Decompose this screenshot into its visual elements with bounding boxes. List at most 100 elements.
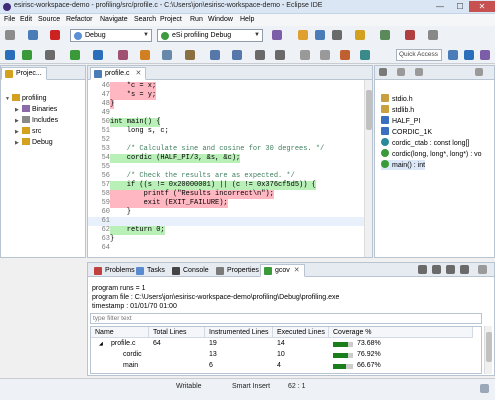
code-line[interactable]: 57 if ((s != 0x20000001) || (c != 0x376c… [88,181,372,190]
code-line[interactable]: 59 exit (EXIT_FAILURE); [88,199,372,208]
open-type-icon[interactable] [185,50,195,60]
new-file-icon[interactable] [298,30,308,40]
table-row[interactable]: main 6 4 66.67% [91,361,481,371]
hammer-build-icon[interactable] [5,30,15,40]
external-tools-icon[interactable] [45,50,55,60]
sort-icon[interactable] [397,68,405,76]
gcov-toolbar-icon[interactable] [418,265,427,274]
debug-perspective-icon[interactable] [464,50,474,60]
tab-profile-c[interactable]: profile.c ✕ [90,67,147,80]
code-line[interactable]: 55 [88,163,372,172]
tab-properties[interactable]: Properties [212,264,264,277]
outline-item[interactable]: stdio.h [381,94,413,104]
tool-icon[interactable] [380,30,390,40]
collapse-arrow-icon[interactable]: ▶ [15,127,22,137]
save-icon[interactable] [315,30,325,40]
expand-arrow-icon[interactable]: ◢ [99,339,103,349]
tree-item-binaries[interactable]: ▶ Binaries [15,105,57,115]
code-line[interactable]: 64 [88,244,372,253]
gcov-toolbar-icon[interactable] [460,265,469,274]
code-line[interactable]: 60 } [88,208,372,217]
resume-icon[interactable] [22,50,32,60]
maximize-button[interactable]: ☐ [450,1,470,12]
tab-console[interactable]: Console [168,264,214,277]
menu-help[interactable]: Help [240,15,254,25]
print-icon[interactable] [332,30,342,40]
c-perspective-icon[interactable] [448,50,458,60]
tree-item-profiling[interactable]: ▼ profiling [5,94,47,104]
expand-arrow-icon[interactable]: ▼ [5,94,12,104]
close-tab-icon[interactable]: ✕ [294,267,300,274]
column-header-executed-lines[interactable]: Executed Lines [273,327,329,338]
code-line[interactable]: 52 [88,136,372,145]
outline-item[interactable]: HALF_PI [381,116,420,126]
code-line[interactable]: 61 [88,217,372,226]
menu-window[interactable]: Window [208,15,233,25]
settings-icon[interactable] [272,30,282,40]
minimize-view-icon[interactable] [475,68,483,76]
outline-item[interactable]: stdlib.h [381,105,414,115]
code-line[interactable]: 63} [88,235,372,244]
table-scrollbar[interactable] [484,326,492,374]
column-header-instrumented-lines[interactable]: Instrumented Lines [205,327,273,338]
code-line[interactable]: 50 int main() { [88,118,372,127]
menu-source[interactable]: Source [38,15,60,25]
code-line[interactable]: 49 [88,109,372,118]
column-header-coverage[interactable]: Coverage % [329,327,473,338]
code-line[interactable]: 47 *s = y; [88,91,372,100]
outline-item[interactable]: cordic_ctab : const long[] [381,138,469,148]
tab-tasks[interactable]: Tasks [132,264,170,277]
gcov-toolbar-icon[interactable] [446,265,455,274]
pin-icon[interactable] [428,30,438,40]
code-line[interactable]: 46 *c = x; [88,82,372,91]
stop-icon[interactable] [50,30,60,40]
menu-run[interactable]: Run [190,15,203,25]
toggle-mark-icon[interactable] [300,50,310,60]
bookmark-icon[interactable] [405,30,415,40]
code-line[interactable]: 58 printf ("Results incorrect\n"); [88,190,372,199]
launch-config-select[interactable]: eSi profiling Debug ▼ [157,29,263,42]
last-edit-icon[interactable] [340,50,350,60]
code-line[interactable]: 51 long s, c; [88,127,372,136]
scrollbar-thumb[interactable] [366,90,372,130]
tree-item-includes[interactable]: ▶ Includes [15,116,58,126]
tree-item-src[interactable]: ▶ src [15,127,41,137]
menu-file[interactable]: File [4,15,15,25]
code-line[interactable]: 54 cordic (HALF_PI/3, &s, &c); [88,154,372,163]
menu-project[interactable]: Project [160,15,182,25]
profile-icon[interactable] [118,50,128,60]
menu-search[interactable]: Search [134,15,156,25]
close-button[interactable]: ✕ [469,1,495,12]
nav-icon[interactable] [360,50,370,60]
gcov-toolbar-icon[interactable] [432,265,441,274]
debug-icon[interactable] [5,50,15,60]
table-row[interactable]: cordic 13 10 76.92% [91,350,481,360]
code-line[interactable]: 48} [88,100,372,109]
code-line[interactable]: 56 /* Check the results are as expected.… [88,172,372,181]
menu-refactor[interactable]: Refactor [66,15,92,25]
outline-item-selected[interactable]: main() : int [381,160,426,170]
forward-icon[interactable] [275,50,285,60]
filter-icon[interactable] [415,68,423,76]
tab-project-explorer[interactable]: Projec... [1,67,47,80]
outline-item[interactable]: cordic(long, long*, long*) : vo [381,149,482,159]
menu-navigate[interactable]: Navigate [100,15,128,25]
close-tab-icon[interactable]: ✕ [135,70,141,77]
minimize-view-icon[interactable] [478,265,487,274]
back-icon[interactable] [255,50,265,60]
build-config-select[interactable]: Debug ▼ [70,29,152,42]
collapse-arrow-icon[interactable]: ▶ [15,105,22,115]
filter-input[interactable]: type filter text [90,313,482,324]
coverage-icon[interactable] [140,50,150,60]
code-line[interactable]: 62 return 0; [88,226,372,235]
code-editor[interactable]: 46 *c = x; 47 *s = y; 48} 49 50 int main() {5… [88,80,372,257]
collapse-arrow-icon[interactable]: ▶ [15,116,22,126]
menu-edit[interactable]: Edit [20,15,32,25]
perspective-icon[interactable] [480,50,490,60]
folder-icon[interactable] [355,30,365,40]
editor-scrollbar[interactable] [364,80,372,257]
prev-annotation-icon[interactable] [232,50,242,60]
tab-gcov[interactable]: gcov ✕ [260,264,305,277]
quick-access-input[interactable]: Quick Access [396,49,442,61]
next-annotation-icon[interactable] [210,50,220,60]
